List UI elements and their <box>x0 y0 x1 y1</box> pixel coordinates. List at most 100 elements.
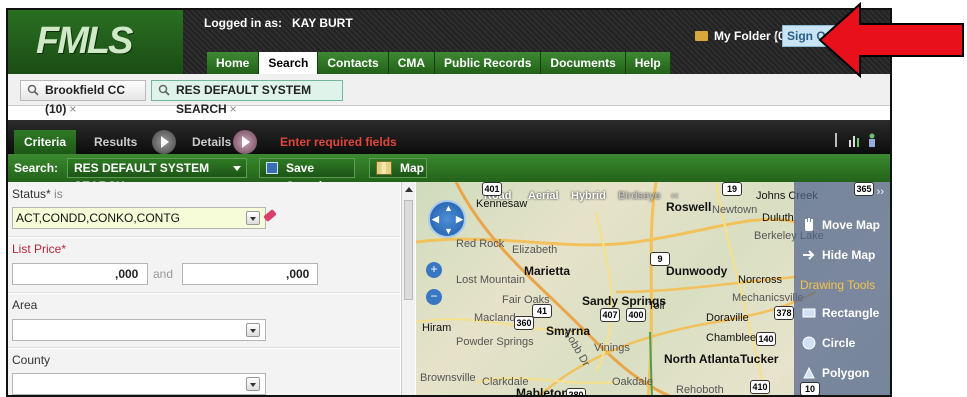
status-input[interactable]: ACT,CONDD,CONKO,CONTG <box>12 207 266 229</box>
arrow-left-icon: ◀ <box>432 214 439 224</box>
map-label: Rehoboth <box>676 384 724 396</box>
search-label: Search: <box>14 161 59 175</box>
map-label: Brownsville <box>420 372 476 384</box>
route-shield: 41 <box>532 304 552 318</box>
route-shield: 378 <box>774 306 794 320</box>
nav-tab-help[interactable]: Help <box>625 52 671 74</box>
status-value: ACT,CONDD,CONKO,CONTG <box>16 211 181 225</box>
map-label: Lost Mountain <box>456 274 526 286</box>
route-shield: 360 <box>514 316 534 330</box>
step-details[interactable]: Details <box>192 130 231 154</box>
search-icon <box>158 84 170 96</box>
county-label: County <box>12 353 51 367</box>
search-icon <box>27 84 39 96</box>
arrow-right-icon[interactable] <box>233 130 257 154</box>
required-fields-alert: Enter required fields <box>280 135 397 149</box>
header: FMLS Logged in as: KAY BURT Home Search C… <box>8 10 890 74</box>
map-label: Dunwoody <box>666 264 728 278</box>
search-tab-label: Brookfield CC (10) <box>45 83 126 116</box>
map-button[interactable]: Map <box>369 158 427 178</box>
my-folder-label: My Folder (0) <box>714 29 789 43</box>
search-select[interactable]: RES DEFAULT SYSTEM SEARCH <box>67 158 247 193</box>
hide-map-label: Hide Map <box>822 248 876 262</box>
map-label: Kennesaw <box>476 198 528 210</box>
hide-map-tool[interactable]: Hide Map <box>802 248 875 262</box>
and-label: and <box>153 267 174 281</box>
zoom-out-icon[interactable]: − <box>426 289 442 305</box>
map-label: Marietta <box>524 264 571 278</box>
step-criteria[interactable]: Criteria <box>14 130 76 154</box>
map-pan-control[interactable]: ▲ ▼ ◀ ▶ <box>428 200 466 238</box>
route-shield: 9 <box>650 252 670 266</box>
close-icon[interactable]: × <box>230 102 237 116</box>
area-select[interactable] <box>12 319 266 341</box>
circle-tool[interactable]: Circle <box>802 336 855 350</box>
chevron-down-icon[interactable] <box>246 323 260 337</box>
app-window: FMLS Logged in as: KAY BURT Home Search C… <box>6 8 892 397</box>
map-label: Tucker <box>740 352 779 366</box>
chevron-down-icon[interactable] <box>246 377 260 391</box>
map-icon <box>376 161 392 175</box>
polygon-label: Polygon <box>822 366 870 380</box>
nav-tab-home[interactable]: Home <box>207 52 260 74</box>
map-label: Elizabeth <box>512 244 558 256</box>
status-label-text: Status* <box>12 187 51 201</box>
route-shield: 140 <box>756 332 776 346</box>
form-scrollbar[interactable] <box>401 182 415 395</box>
chevron-down-icon[interactable] <box>246 211 260 225</box>
logo-area: FMLS <box>8 10 183 74</box>
map-tools-panel: ›› 365 Move Map Hide Map Drawing Tools R… <box>794 182 890 395</box>
search-tab-res-default[interactable]: RES DEFAULT SYSTEM SEARCH × <box>151 80 343 116</box>
nav-tab-search[interactable]: Search <box>259 52 319 74</box>
search-tabs: Brookfield CC (10) × RES DEFAULT SYSTEM S… <box>8 74 890 116</box>
header-separator: | <box>774 29 778 43</box>
folder-icon <box>695 31 708 41</box>
route-shield: 401 <box>482 182 502 196</box>
scroll-thumb[interactable] <box>404 200 413 300</box>
map-type-hybrid[interactable]: Hybrid <box>571 190 606 202</box>
search-tab-label: RES DEFAULT SYSTEM SEARCH <box>176 83 312 116</box>
toolbar-icons <box>830 133 878 147</box>
map-type-aerial[interactable]: Aerial <box>528 190 559 202</box>
polygon-tool[interactable]: Polygon <box>802 366 869 380</box>
status-operator: is <box>54 187 63 201</box>
tools-collapse-icon[interactable]: ›› <box>877 186 884 198</box>
rectangle-label: Rectangle <box>822 306 880 320</box>
map-label: Vinings <box>594 342 630 354</box>
nav-tab-documents[interactable]: Documents <box>541 52 626 74</box>
route-shield: 410 <box>750 380 770 394</box>
logo: FMLS <box>36 20 133 62</box>
zoom-in-icon[interactable]: + <box>426 262 442 278</box>
map-view[interactable]: Road Aerial Hybrid Birdseye ‹‹ ▲ ▼ ◀ ▶ +… <box>416 182 890 396</box>
map-label: Norcross <box>738 274 783 286</box>
route-shield: 365 <box>854 182 874 196</box>
move-map-tool[interactable]: Move Map <box>802 218 880 232</box>
map-button-label: Map <box>400 161 424 175</box>
nav-tab-cma[interactable]: CMA <box>388 52 436 74</box>
person-icon[interactable] <box>866 133 878 147</box>
county-select[interactable] <box>12 373 266 395</box>
save-search-button[interactable]: Save Search <box>259 158 355 193</box>
arrow-right-icon <box>803 250 815 260</box>
map-type-birdseye[interactable]: Birdseye <box>618 190 661 202</box>
route-shield: 19 <box>722 182 742 196</box>
rectangle-icon <box>802 308 816 318</box>
rectangle-tool[interactable]: Rectangle <box>802 306 879 320</box>
arrow-right-icon[interactable] <box>152 130 176 154</box>
nav-tab-public-records[interactable]: Public Records <box>435 52 542 74</box>
map-label: Powder Springs <box>456 336 534 348</box>
map-label: Toll <box>648 300 665 312</box>
step-results[interactable]: Results <box>94 130 137 154</box>
chart-icon[interactable] <box>848 133 860 147</box>
main-nav: Home Search Contacts CMA Public Records … <box>207 52 671 74</box>
arrow-up-icon: ▲ <box>444 203 453 213</box>
search-tab-brookfield[interactable]: Brookfield CC (10) × <box>20 80 146 116</box>
map-label: North Atlanta <box>664 352 740 366</box>
scroll-up-icon[interactable] <box>405 187 413 192</box>
county-field-group: County <box>8 349 400 395</box>
nav-tab-contacts[interactable]: Contacts <box>318 52 389 74</box>
area-label: Area <box>12 298 38 312</box>
logged-in-status: Logged in as: KAY BURT <box>204 16 353 30</box>
close-icon[interactable]: × <box>69 102 76 116</box>
list-price-label: List Price* <box>12 242 67 256</box>
